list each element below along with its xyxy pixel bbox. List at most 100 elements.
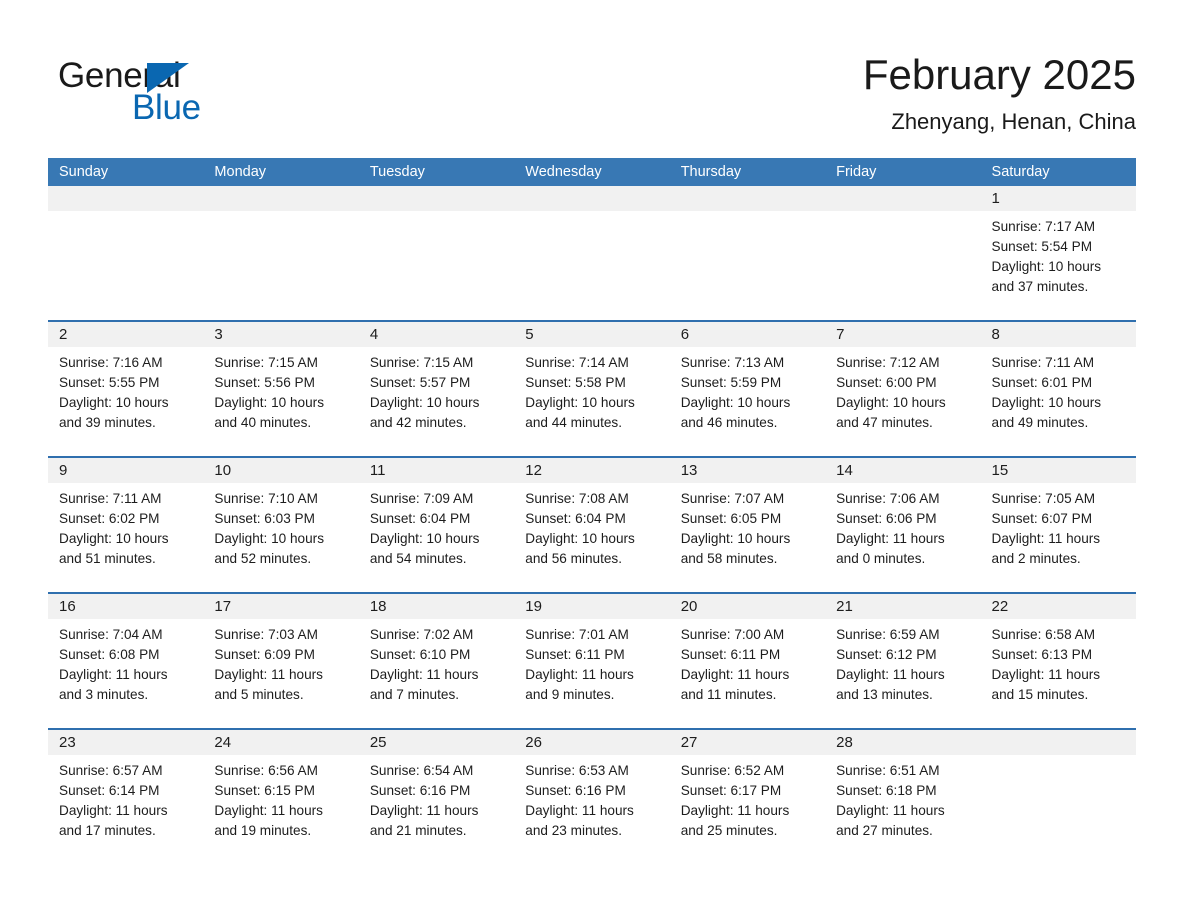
- daylight-text-line2: and 39 minutes.: [59, 415, 156, 430]
- weekday-header-thursday: Thursday: [680, 164, 742, 180]
- sunrise-text: Sunrise: 7:13 AM: [680, 355, 785, 370]
- daylight-text-line1: Daylight: 11 hours: [525, 803, 634, 818]
- day-info: Sunrise: 7:05 AM Sunset: 6:07 PM Daylight:…: [981, 483, 1136, 569]
- daylight-text-line1: Daylight: 11 hours: [836, 803, 945, 818]
- day-cell[interactable]: 24 Sunrise: 6:56 AM Sunset: 6:15 PM Dayligh…: [203, 730, 359, 854]
- daylight-text-line1: Daylight: 11 hours: [525, 667, 634, 682]
- day-number-band: [358, 186, 515, 211]
- day-number: 6: [680, 326, 690, 343]
- day-info: Sunrise: 7:13 AM Sunset: 5:59 PM Daylight:…: [670, 347, 825, 433]
- day-number: 1: [991, 190, 1000, 207]
- day-cell[interactable]: 9 Sunrise: 7:11 AM Sunset: 6:02 PM Daylight…: [48, 458, 204, 582]
- day-info: Sunrise: 7:15 AM Sunset: 5:56 PM Daylight:…: [203, 347, 358, 433]
- daylight-text-line2: and 19 minutes.: [214, 823, 312, 838]
- day-number-band: [514, 186, 670, 211]
- sunset-text: Sunset: 5:55 PM: [59, 375, 160, 390]
- day-cell[interactable]: 11 Sunrise: 7:09 AM Sunset: 6:04 PM Dayligh…: [358, 458, 515, 582]
- day-number-band: 5: [514, 322, 670, 347]
- day-cell[interactable]: 15 Sunrise: 7:05 AM Sunset: 6:07 PM Dayligh…: [980, 458, 1136, 582]
- day-number: 26: [525, 734, 542, 751]
- sunset-text: Sunset: 6:09 PM: [214, 647, 315, 662]
- daylight-text-line1: Daylight: 10 hours: [369, 395, 480, 410]
- day-number: 24: [214, 734, 232, 751]
- sunset-text: Sunset: 6:03 PM: [214, 511, 315, 526]
- daylight-text-line2: and 21 minutes.: [369, 823, 467, 838]
- day-cell[interactable]: 13 Sunrise: 7:07 AM Sunset: 6:05 PM Dayligh…: [669, 458, 826, 582]
- day-cell[interactable]: 3 Sunrise: 7:15 AM Sunset: 5:56 PM Daylight…: [203, 322, 359, 446]
- sunrise-text: Sunrise: 6:57 AM: [59, 763, 163, 778]
- daylight-text-line1: Daylight: 11 hours: [59, 667, 168, 682]
- day-number: 28: [836, 734, 853, 751]
- day-cell[interactable]: 21 Sunrise: 6:59 AM Sunset: 6:12 PM Dayligh…: [825, 594, 981, 718]
- weekday-header-wednesday: Wednesday: [525, 164, 602, 180]
- day-cell[interactable]: 16 Sunrise: 7:04 AM Sunset: 6:08 PM Dayligh…: [48, 594, 204, 718]
- day-cell[interactable]: 10 Sunrise: 7:10 AM Sunset: 6:03 PM Dayligh…: [203, 458, 359, 582]
- day-cell[interactable]: 19 Sunrise: 7:01 AM Sunset: 6:11 PM Dayligh…: [514, 594, 670, 718]
- day-number-band: 26: [514, 730, 670, 755]
- day-number-band: 17: [203, 594, 359, 619]
- sunset-text: Sunset: 6:14 PM: [59, 783, 160, 798]
- day-number-band: 9: [48, 458, 204, 483]
- location-subtitle: Zhenyang, Henan, China: [891, 109, 1136, 134]
- daylight-text-line1: Daylight: 10 hours: [525, 531, 635, 546]
- day-number: 19: [525, 598, 542, 615]
- day-info: Sunrise: 7:03 AM Sunset: 6:09 PM Daylight:…: [203, 619, 358, 705]
- daylight-text-line2: and 25 minutes.: [680, 823, 778, 838]
- day-info: Sunrise: 7:10 AM Sunset: 6:03 PM Daylight:…: [203, 483, 358, 569]
- day-cell[interactable]: 20 Sunrise: 7:00 AM Sunset: 6:11 PM Dayligh…: [669, 594, 826, 718]
- day-info: Sunrise: 7:00 AM Sunset: 6:11 PM Daylight:…: [670, 619, 825, 705]
- day-cell[interactable]: 14 Sunrise: 7:06 AM Sunset: 6:06 PM Dayligh…: [825, 458, 981, 582]
- sunrise-text: Sunrise: 7:14 AM: [525, 355, 629, 370]
- page-header: General Blue February 2025 Zhenyang, Hen…: [0, 0, 1188, 158]
- day-info: Sunrise: 7:08 AM Sunset: 6:04 PM Daylight:…: [514, 483, 669, 569]
- day-cell[interactable]: 1 Sunrise: 7:17 AM Sunset: 5:54 PM Daylight…: [980, 186, 1136, 310]
- sunrise-text: Sunrise: 6:53 AM: [525, 763, 629, 778]
- day-cell[interactable]: 26 Sunrise: 6:53 AM Sunset: 6:16 PM Dayligh…: [514, 730, 670, 854]
- day-cell[interactable]: 2 Sunrise: 7:16 AM Sunset: 5:55 PM Daylight…: [48, 322, 204, 446]
- day-cell[interactable]: 5 Sunrise: 7:14 AM Sunset: 5:58 PM Daylight…: [514, 322, 670, 446]
- daylight-text-line2: and 27 minutes.: [836, 823, 933, 838]
- daylight-text-line1: Daylight: 10 hours: [214, 531, 324, 546]
- title-block: February 2025 Zhenyang, Henan, China: [863, 50, 1136, 137]
- day-info: Sunrise: 7:16 AM Sunset: 5:55 PM Daylight:…: [48, 347, 203, 433]
- day-cell[interactable]: 25 Sunrise: 6:54 AM Sunset: 6:16 PM Dayligh…: [358, 730, 515, 854]
- sunset-text: Sunset: 6:07 PM: [991, 511, 1093, 526]
- day-cell[interactable]: 12 Sunrise: 7:08 AM Sunset: 6:04 PM Dayligh…: [514, 458, 670, 582]
- daylight-text-line2: and 9 minutes.: [525, 687, 615, 702]
- sunset-text: Sunset: 6:17 PM: [680, 783, 782, 798]
- day-info: Sunrise: 6:51 AM Sunset: 6:18 PM Daylight:…: [825, 755, 980, 841]
- daylight-text-line2: and 17 minutes.: [59, 823, 156, 838]
- calendar-page: General Blue February 2025 Zhenyang, Hen…: [0, 0, 1188, 918]
- day-cell[interactable]: 27 Sunrise: 6:52 AM Sunset: 6:17 PM Dayligh…: [669, 730, 826, 854]
- day-number-band: 16: [48, 594, 204, 619]
- day-cell[interactable]: 28 Sunrise: 6:51 AM Sunset: 6:18 PM Dayligh…: [825, 730, 981, 854]
- day-number-band: 1: [980, 186, 1136, 211]
- day-number-band: 24: [203, 730, 359, 755]
- sunset-text: Sunset: 6:04 PM: [525, 511, 626, 526]
- day-number: 4: [369, 326, 379, 343]
- day-cell[interactable]: 6 Sunrise: 7:13 AM Sunset: 5:59 PM Daylight…: [669, 322, 826, 446]
- day-cell[interactable]: 22 Sunrise: 6:58 AM Sunset: 6:13 PM Dayligh…: [980, 594, 1136, 718]
- sunrise-text: Sunrise: 7:00 AM: [680, 627, 785, 642]
- sunset-text: Sunset: 5:57 PM: [369, 375, 471, 390]
- sunrise-text: Sunrise: 7:17 AM: [991, 219, 1096, 234]
- day-cell[interactable]: 7 Sunrise: 7:12 AM Sunset: 6:00 PM Daylight…: [825, 322, 981, 446]
- day-cell[interactable]: 23 Sunrise: 6:57 AM Sunset: 6:14 PM Dayligh…: [48, 730, 204, 854]
- day-info: Sunrise: 6:54 AM Sunset: 6:16 PM Daylight:…: [359, 755, 514, 841]
- day-cell[interactable]: 4 Sunrise: 7:15 AM Sunset: 5:57 PM Daylight…: [358, 322, 515, 446]
- day-info: Sunrise: 6:53 AM Sunset: 6:16 PM Daylight:…: [514, 755, 669, 841]
- day-cell[interactable]: 17 Sunrise: 7:03 AM Sunset: 6:09 PM Dayligh…: [203, 594, 359, 718]
- day-number: 16: [59, 598, 76, 615]
- daylight-text-line2: and 46 minutes.: [680, 415, 778, 430]
- sunset-text: Sunset: 6:15 PM: [214, 783, 315, 798]
- sunset-text: Sunset: 6:08 PM: [59, 647, 160, 662]
- day-info: Sunrise: 6:52 AM Sunset: 6:17 PM Daylight:…: [670, 755, 825, 841]
- daylight-text-line2: and 44 minutes.: [525, 415, 622, 430]
- sunset-text: Sunset: 5:59 PM: [680, 375, 782, 390]
- day-cell[interactable]: 18 Sunrise: 7:02 AM Sunset: 6:10 PM Dayligh…: [358, 594, 515, 718]
- daylight-text-line2: and 49 minutes.: [991, 415, 1089, 430]
- daylight-text-line2: and 13 minutes.: [836, 687, 933, 702]
- day-number: 23: [59, 734, 76, 751]
- day-cell[interactable]: 8 Sunrise: 7:11 AM Sunset: 6:01 PM Daylight…: [980, 322, 1136, 446]
- sunrise-text: Sunrise: 7:12 AM: [836, 355, 940, 370]
